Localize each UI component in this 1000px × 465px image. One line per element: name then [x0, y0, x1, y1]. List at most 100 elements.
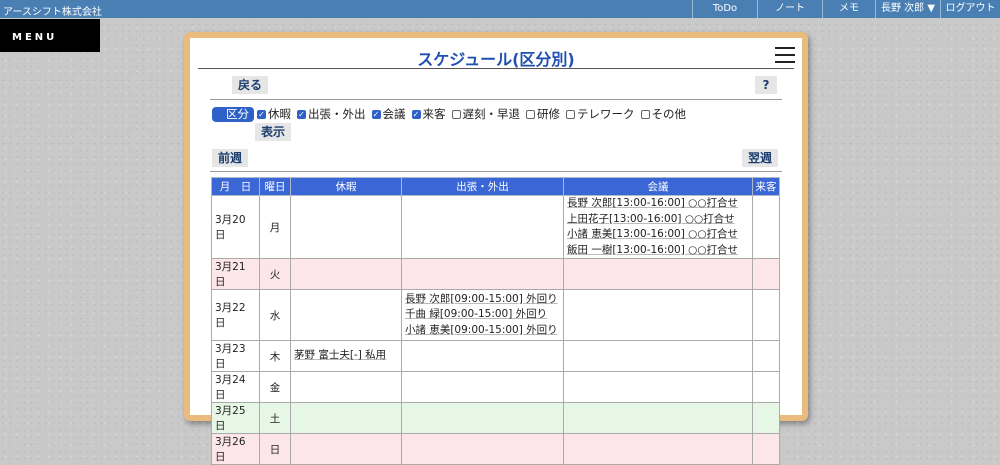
vacation-cell: 茅野 富士夫[-] 私用: [290, 340, 402, 372]
filter-checkbox[interactable]: ✓ 休暇: [257, 106, 291, 122]
checkbox-icon[interactable]: [451, 109, 461, 119]
vacation-cell: [290, 371, 402, 403]
meeting-cell: [563, 258, 753, 290]
show-button[interactable]: 表示: [255, 123, 291, 141]
schedule-entry[interactable]: 茅野 富士夫[-] 私用: [294, 348, 398, 364]
column-header-trip: 出張・外出: [401, 177, 564, 196]
schedule-entry[interactable]: 小諸 恵美[13:00-16:00] ○○打合せ: [567, 227, 749, 243]
date-cell: 3月23日: [211, 340, 260, 372]
column-header-weekday: 曜日: [259, 177, 291, 196]
date-cell: 3月25日: [211, 402, 260, 434]
filter-checkbox[interactable]: 研修: [526, 106, 560, 122]
visitor-cell: [752, 258, 780, 290]
vacation-cell: [290, 433, 402, 465]
category-filter: 区分 ✓ 休暇 ✓ 出張・外出 ✓ 会議 ✓ 来客 遅刻・早退 研修 テレワーク その他: [212, 106, 692, 122]
table-row: 3月20日月 長野 次郎[13:00-16:00] ○○打合せ 上田花子[13:00…: [211, 195, 780, 259]
meeting-cell: [563, 371, 753, 403]
date-cell: 3月22日: [211, 289, 260, 341]
filter-option-label: 来客: [422, 107, 446, 121]
weekday-cell: 木: [259, 340, 291, 372]
hamburger-icon[interactable]: [775, 47, 795, 64]
filter-option-label: 休暇: [268, 107, 291, 121]
divider: [198, 68, 794, 69]
menu-button[interactable]: MENU: [0, 19, 100, 52]
prev-week-button[interactable]: 前週: [212, 149, 248, 167]
logout-link[interactable]: ログアウト: [940, 0, 1000, 18]
company-name: アースシフト株式会社: [3, 7, 102, 18]
checkbox-icon[interactable]: [566, 109, 575, 119]
nav-memo[interactable]: メモ: [822, 0, 875, 18]
filter-checkbox[interactable]: ✓ 来客: [411, 106, 446, 122]
table-row: 3月21日火: [211, 258, 780, 290]
schedule-entry[interactable]: 長野 次郎[13:00-16:00] ○○打合せ: [567, 196, 749, 212]
schedule-table: 月 日曜日 休暇 出張・外出 会議 来客 3月20日月 長野 次郎[13:00-16:00…: [211, 177, 780, 465]
column-header-vacation: 休暇: [290, 177, 402, 196]
checkbox-icon[interactable]: [526, 109, 535, 119]
schedule-entry[interactable]: 飯田 一樹[13:00-16:00] ○○打合せ: [567, 243, 749, 259]
weekday-cell: 金: [259, 371, 291, 403]
filter-option-label: 遅刻・早退: [462, 107, 521, 121]
table-row: 3月26日日: [211, 433, 780, 465]
trip-cell: [401, 195, 564, 259]
date-cell: 3月21日: [211, 258, 260, 290]
date-cell: 3月24日: [211, 371, 260, 403]
visitor-cell: [752, 340, 780, 372]
schedule-entry[interactable]: 千曲 緑[09:00-15:00] 外回り: [405, 307, 560, 323]
page-title: スケジュール(区分別): [417, 50, 575, 69]
divider: [210, 99, 782, 100]
filter-label: 区分: [212, 106, 254, 122]
schedule-entry[interactable]: 長野 次郎[09:00-15:00] 外回り: [405, 292, 560, 308]
checkbox-icon[interactable]: ✓: [371, 109, 381, 119]
filter-option-label: その他: [651, 107, 687, 121]
trip-cell: [401, 433, 564, 465]
meeting-cell: 長野 次郎[13:00-16:00] ○○打合せ 上田花子[13:00-16:00…: [563, 195, 753, 259]
checkbox-icon[interactable]: ✓: [411, 109, 421, 119]
schedule-entry[interactable]: 小諸 恵美[09:00-15:00] 外回り: [405, 323, 560, 339]
nav-note[interactable]: ノート: [757, 0, 822, 18]
column-header-date: 月 日: [211, 177, 260, 196]
visitor-cell: [752, 195, 780, 259]
table-row: 3月24日金: [211, 371, 780, 403]
column-header-visitor: 来客: [752, 177, 780, 196]
checkbox-icon[interactable]: ✓: [257, 109, 266, 119]
back-button[interactable]: 戻る: [232, 76, 268, 94]
divider: [210, 171, 782, 172]
meeting-cell: [563, 289, 753, 341]
checkbox-icon[interactable]: [640, 109, 650, 119]
weekday-cell: 水: [259, 289, 291, 341]
filter-checkbox[interactable]: ✓ 会議: [371, 106, 406, 122]
user-menu[interactable]: 長野 次郎 ▼: [875, 0, 940, 18]
table-row: 3月25日土: [211, 402, 780, 434]
date-cell: 3月20日: [211, 195, 260, 259]
filter-option-label: 会議: [382, 107, 406, 121]
filter-checkbox[interactable]: ✓ 出張・外出: [297, 106, 366, 122]
visitor-cell: [752, 402, 780, 434]
next-week-button[interactable]: 翌週: [742, 149, 778, 167]
vacation-cell: [290, 289, 402, 341]
checkbox-icon[interactable]: ✓: [297, 109, 306, 119]
schedule-entry[interactable]: 上田花子[13:00-16:00] ○○打合せ: [567, 212, 749, 228]
trip-cell: [401, 258, 564, 290]
filter-option-label: 出張・外出: [308, 107, 366, 121]
nav-todo[interactable]: ToDo: [692, 0, 757, 18]
trip-cell: [401, 402, 564, 434]
meeting-cell: [563, 340, 753, 372]
help-button[interactable]: ?: [755, 76, 777, 94]
filter-option-label: テレワーク: [577, 107, 635, 121]
schedule-card: スケジュール(区分別) 戻る ? 区分 ✓ 休暇 ✓ 出張・外出 ✓ 会議 ✓ 来客 遅刻・早退…: [184, 32, 808, 465]
meeting-cell: [563, 402, 753, 434]
filter-checkbox[interactable]: 遅刻・早退: [451, 106, 521, 122]
weekday-cell: 月: [259, 195, 291, 259]
trip-cell: 長野 次郎[09:00-15:00] 外回り 千曲 緑[09:00-15:00] …: [401, 289, 564, 341]
weekday-cell: 火: [259, 258, 291, 290]
visitor-cell: [752, 289, 780, 341]
column-header-meeting: 会議: [563, 177, 753, 196]
date-cell: 3月26日: [211, 433, 260, 465]
visitor-cell: [752, 433, 780, 465]
filter-checkbox[interactable]: その他: [640, 106, 687, 122]
top-bar: アースシフト株式会社 ToDo ノート メモ 長野 次郎 ▼ ログアウト: [0, 0, 1000, 18]
filter-checkbox[interactable]: テレワーク: [566, 106, 635, 122]
weekday-cell: 日: [259, 433, 291, 465]
vacation-cell: [290, 258, 402, 290]
trip-cell: [401, 371, 564, 403]
